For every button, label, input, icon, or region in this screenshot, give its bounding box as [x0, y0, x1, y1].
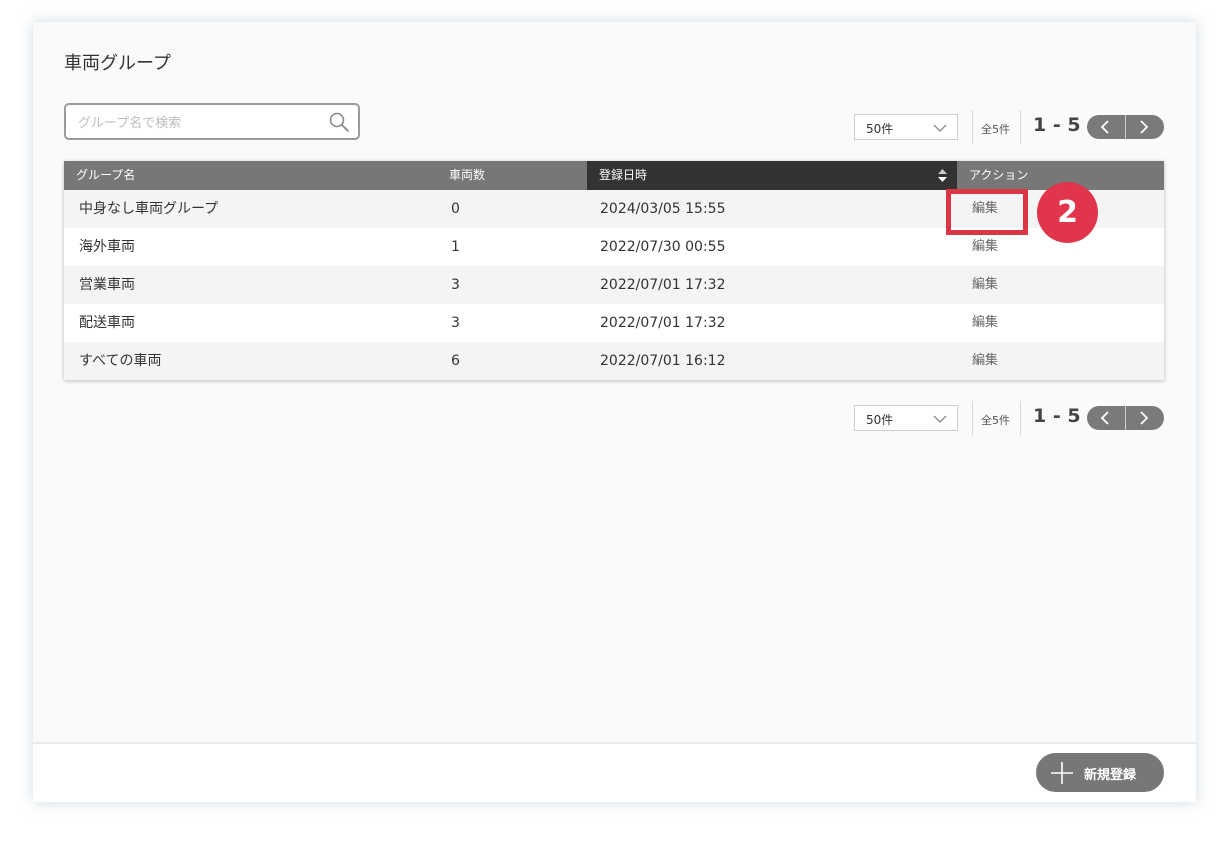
cell-group-name: すべての車両 [79, 353, 162, 369]
header-registered-at[interactable]: 登録日時 [587, 161, 957, 190]
cell-group-name: 中身なし車両グループ [79, 201, 219, 217]
page-range: 1 - 5 [1033, 405, 1081, 427]
cell-vehicle-count: 6 [451, 353, 460, 369]
chevron-left-icon [1100, 120, 1109, 134]
page-range: 1 - 5 [1033, 114, 1081, 136]
new-registration-label: 新規登録 [1084, 768, 1137, 783]
new-registration-button[interactable]: 新規登録 [1036, 753, 1164, 792]
edit-link[interactable]: 編集 [972, 304, 998, 342]
pagination-bottom: 50件 全5件 1 - 5 [854, 401, 1174, 435]
table-row: 営業車両 3 2022/07/01 17:32 編集 [64, 266, 1164, 304]
header-registered-at-label: 登録日時 [599, 168, 648, 182]
vehicle-group-panel: 車両グループ 50件 全5件 1 - 5 [33, 22, 1196, 802]
per-page-select[interactable]: 50件 [854, 405, 958, 431]
cell-group-name: 配送車両 [79, 315, 135, 331]
pager-buttons [1087, 115, 1164, 139]
header-group-name[interactable]: グループ名 [64, 161, 437, 190]
edit-link[interactable]: 編集 [972, 342, 998, 380]
per-page-value: 50件 [866, 122, 894, 136]
chevron-left-icon [1100, 411, 1109, 425]
search-input[interactable] [76, 113, 320, 133]
total-count: 全5件 [981, 123, 1010, 136]
cell-registered-at: 2024/03/05 15:55 [600, 201, 726, 217]
divider [972, 401, 973, 435]
prev-page-button[interactable] [1087, 406, 1126, 430]
cell-registered-at: 2022/07/01 16:12 [600, 353, 726, 369]
search-icon[interactable] [328, 111, 350, 133]
table-header: グループ名 車両数 登録日時 アクション [64, 161, 1164, 190]
chevron-down-icon [933, 415, 947, 423]
cell-vehicle-count: 1 [451, 239, 460, 255]
search-box[interactable] [64, 103, 360, 140]
total-count: 全5件 [981, 414, 1010, 427]
edit-link[interactable]: 編集 [972, 266, 998, 304]
per-page-value: 50件 [866, 413, 894, 427]
cell-vehicle-count: 3 [451, 315, 460, 331]
pager-buttons [1087, 406, 1164, 430]
cell-vehicle-count: 3 [451, 277, 460, 293]
cell-vehicle-count: 0 [451, 201, 460, 217]
cell-registered-at: 2022/07/30 00:55 [600, 239, 726, 255]
cell-group-name: 営業車両 [79, 277, 135, 293]
plus-icon [1051, 762, 1073, 784]
cell-group-name: 海外車両 [79, 239, 135, 255]
chevron-right-icon [1140, 120, 1149, 134]
page-title: 車両グループ [64, 53, 171, 74]
footer-bar: 新規登録 [33, 744, 1196, 802]
sort-icon [938, 169, 947, 182]
header-vehicle-count[interactable]: 車両数 [437, 161, 587, 190]
table-row: すべての車両 6 2022/07/01 16:12 編集 [64, 342, 1164, 380]
next-page-button[interactable] [1126, 115, 1164, 139]
highlight-box [946, 189, 1028, 235]
cell-registered-at: 2022/07/01 17:32 [600, 315, 726, 331]
chevron-right-icon [1140, 411, 1149, 425]
table-row: 配送車両 3 2022/07/01 17:32 編集 [64, 304, 1164, 342]
chevron-down-icon [933, 124, 947, 132]
prev-page-button[interactable] [1087, 115, 1126, 139]
divider [1020, 401, 1021, 435]
per-page-select[interactable]: 50件 [854, 114, 958, 140]
pagination-top: 50件 全5件 1 - 5 [854, 110, 1174, 144]
next-page-button[interactable] [1126, 406, 1164, 430]
divider [1020, 110, 1021, 144]
step-badge: 2 [1037, 182, 1098, 243]
cell-registered-at: 2022/07/01 17:32 [600, 277, 726, 293]
divider [972, 110, 973, 144]
